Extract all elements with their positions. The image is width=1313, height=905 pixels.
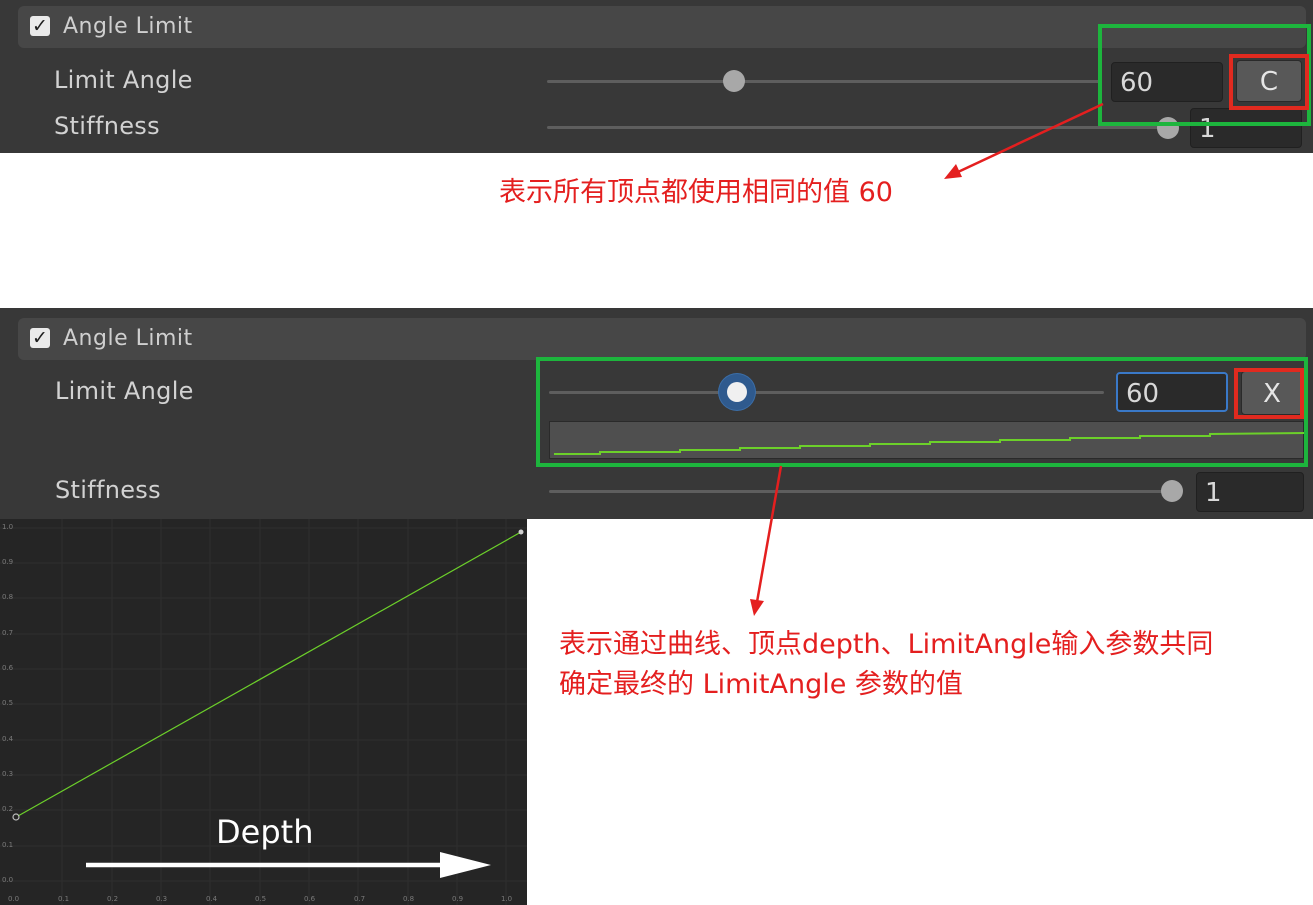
green-highlight-box bbox=[536, 357, 1308, 467]
x-tick: 0.8 bbox=[403, 895, 415, 903]
x-tick: 0.0 bbox=[8, 895, 20, 903]
x-tick: 0.1 bbox=[58, 895, 70, 903]
limit-angle-label: Limit Angle bbox=[55, 377, 194, 405]
y-tick: 1.0 bbox=[2, 523, 14, 531]
section-title: Angle Limit bbox=[63, 326, 193, 351]
stiffness-slider-track[interactable] bbox=[549, 490, 1169, 493]
limit-angle-slider-thumb[interactable] bbox=[723, 70, 745, 92]
curve-key-start bbox=[12, 813, 20, 821]
y-tick: 0.6 bbox=[2, 664, 14, 672]
stiffness-slider-thumb[interactable] bbox=[1161, 480, 1183, 502]
curve-key-end bbox=[518, 529, 524, 535]
limit-angle-slider-track[interactable] bbox=[547, 80, 1102, 83]
angle-limit-checkbox[interactable]: ✓ bbox=[30, 328, 50, 348]
x-tick: 0.7 bbox=[354, 895, 366, 903]
curve-line bbox=[17, 531, 522, 817]
y-tick: 0.0 bbox=[2, 876, 14, 884]
y-tick: 0.5 bbox=[2, 699, 14, 707]
y-tick: 0.4 bbox=[2, 735, 14, 743]
section-title: Angle Limit bbox=[63, 14, 193, 39]
x-tick: 0.6 bbox=[304, 895, 316, 903]
x-tick: 0.4 bbox=[206, 895, 218, 903]
top-inspector-panel: ✓ Angle Limit Limit Angle 60 C Stiffness… bbox=[0, 0, 1313, 153]
depth-arrow-label: Depth bbox=[216, 813, 314, 851]
bottom-annotation-line-2: 确定最终的 LimitAngle 参数的值 bbox=[559, 669, 963, 700]
angle-limit-header[interactable]: ✓ Angle Limit bbox=[18, 318, 1306, 360]
top-annotation-text: 表示所有顶点都使用相同的值 60 bbox=[499, 177, 893, 208]
bottom-inspector-panel: ✓ Angle Limit Limit Angle 60 X Stiffness… bbox=[0, 308, 1313, 519]
top-arrow-head bbox=[944, 164, 962, 179]
stiffness-value-field[interactable]: 1 bbox=[1196, 472, 1304, 512]
limit-angle-label: Limit Angle bbox=[54, 66, 193, 94]
y-tick: 0.8 bbox=[2, 593, 14, 601]
x-tick: 0.5 bbox=[255, 895, 267, 903]
stiffness-label: Stiffness bbox=[54, 112, 160, 140]
x-tick: 1.0 bbox=[501, 895, 513, 903]
bottom-arrow-head bbox=[750, 599, 764, 616]
red-highlight-box bbox=[1229, 54, 1309, 110]
x-tick: 0.9 bbox=[452, 895, 464, 903]
curve-editor[interactable]: 1.0 0.9 0.8 0.7 0.6 0.5 0.4 0.3 0.2 0.1 … bbox=[0, 519, 527, 905]
bottom-annotation-line-1: 表示通过曲线、顶点depth、LimitAngle输入参数共同 bbox=[559, 629, 1214, 660]
y-tick: 0.9 bbox=[2, 558, 14, 566]
angle-limit-checkbox[interactable]: ✓ bbox=[30, 16, 50, 36]
y-tick: 0.3 bbox=[2, 770, 14, 778]
y-tick: 0.1 bbox=[2, 841, 14, 849]
stiffness-label: Stiffness bbox=[55, 476, 161, 504]
x-tick: 0.3 bbox=[156, 895, 168, 903]
red-highlight-box bbox=[1234, 368, 1304, 419]
depth-arrow-head bbox=[440, 852, 491, 878]
stiffness-slider-track[interactable] bbox=[547, 126, 1167, 129]
y-tick: 0.2 bbox=[2, 805, 14, 813]
y-tick: 0.7 bbox=[2, 629, 14, 637]
x-tick: 0.2 bbox=[107, 895, 119, 903]
